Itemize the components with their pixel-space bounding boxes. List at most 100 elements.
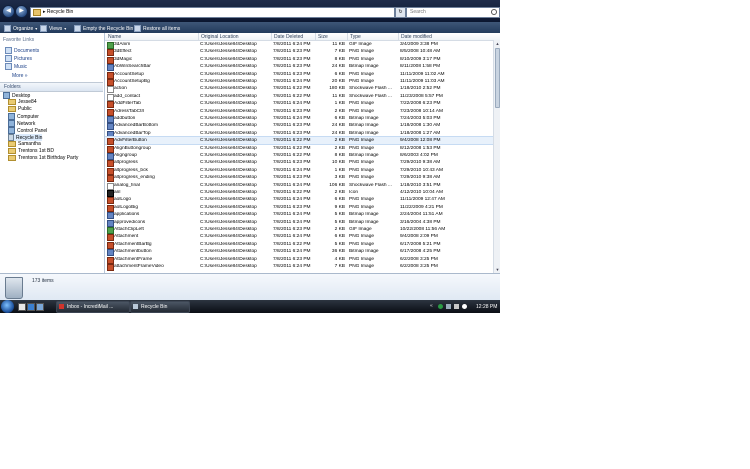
- table-row[interactable]: AttachmentFrame C:\Users\Jesse84\Desktop 7…: [105, 256, 493, 264]
- column-headers: Name Original Location Date Deleted Size…: [105, 33, 500, 41]
- column-header-date-deleted[interactable]: Date Deleted: [274, 34, 303, 40]
- tree-item-desktop[interactable]: Desktop: [3, 92, 30, 99]
- restore-all-button[interactable]: Restore all items: [134, 25, 180, 32]
- forward-arrow-icon[interactable]: ▶: [15, 5, 28, 18]
- column-divider[interactable]: [315, 33, 316, 40]
- clock[interactable]: 12:28 PM: [476, 304, 497, 310]
- search-icon[interactable]: [491, 9, 497, 15]
- column-header-type[interactable]: Type: [350, 34, 361, 40]
- tree-item-label: Samantha: [18, 141, 41, 147]
- file-size: 5 KB: [334, 212, 345, 218]
- address-field[interactable]: ▸ Recycle Bin: [30, 7, 395, 18]
- table-row[interactable]: AdvancedBarBottom C:\Users\Jesse84\Deskto…: [105, 122, 493, 131]
- table-row[interactable]: aolLogo C:\Users\Jesse84\Desktop 7/8/2011 …: [105, 196, 493, 205]
- tree-item-samantha[interactable]: Samantha: [8, 141, 41, 147]
- file-type: PNG Image: [349, 145, 375, 151]
- table-row[interactable]: AttachClipLeft C:\Users\Jesse84\Desktop 7/…: [105, 226, 493, 234]
- table-row[interactable]: AttachmentBarBg C:\Users\Jesse84\Desktop 7…: [105, 241, 493, 249]
- favorite-link-music[interactable]: Music: [5, 63, 27, 70]
- column-divider[interactable]: [398, 33, 399, 40]
- date-modified: 9/4/2008 12:08 PM: [400, 138, 441, 144]
- original-location: C:\Users\Jesse84\Desktop: [200, 197, 257, 203]
- table-row[interactable]: action C:\Users\Jesse84\Desktop 7/8/2011 6…: [105, 85, 493, 94]
- column-header-date-modified[interactable]: Date modified: [401, 34, 432, 40]
- file-size: 3 KB: [334, 175, 345, 181]
- favorite-link-documents[interactable]: Documents: [5, 47, 39, 54]
- vertical-scrollbar[interactable]: ▲ ▼: [493, 40, 500, 273]
- table-row[interactable]: 3dEffect C:\Users\Jesse84\Desktop 7/8/2011…: [105, 48, 493, 57]
- table-row[interactable]: Aligngroup C:\Users\Jesse84\Desktop 7/8/20…: [105, 152, 493, 160]
- table-row[interactable]: addbutton C:\Users\Jesse84\Desktop 7/8/201…: [105, 115, 493, 123]
- tree-item-jesse84[interactable]: Jesse84: [8, 99, 37, 105]
- table-row[interactable]: Attachmentbutton C:\Users\Jesse84\Desktop…: [105, 248, 493, 257]
- table-row[interactable]: add_contact C:\Users\Jesse84\Desktop 7/8/2…: [105, 93, 493, 101]
- tree-item-trentons-1st-bd[interactable]: Trentons 1st BD: [8, 148, 54, 154]
- table-row[interactable]: AdvancedBarTop C:\Users\Jesse84\Desktop 7/…: [105, 130, 493, 138]
- table-row[interactable]: AdressTabCtrl C:\Users\Jesse84\Desktop 7/8…: [105, 108, 493, 116]
- table-row[interactable]: AccountSetupBg C:\Users\Jesse84\Desktop 7/…: [105, 78, 493, 86]
- scrollbar-thumb[interactable]: [495, 48, 500, 108]
- folders-header[interactable]: Folders: [0, 82, 103, 92]
- column-divider[interactable]: [347, 33, 348, 40]
- table-row[interactable]: anl C:\Users\Jesse84\Desktop 7/8/2011 6:22…: [105, 189, 493, 197]
- date-modified: 8/11/2008 1:58 PM: [400, 64, 441, 70]
- date-modified: 6/17/2008 5:21 PM: [400, 241, 441, 247]
- favorite-link-label: Documents: [14, 47, 40, 54]
- favorite-link-label: Music: [14, 63, 28, 70]
- taskbar-button-incredimail[interactable]: Inbox - IncrediMail ...: [56, 301, 130, 313]
- table-row[interactable]: altprogress_ending C:\Users\Jesse84\Deskt…: [105, 174, 493, 183]
- more-link[interactable]: More »: [12, 73, 28, 79]
- table-row[interactable]: 3dAnim C:\Users\Jesse84\Desktop 7/8/2011 6…: [105, 41, 493, 49]
- organize-button[interactable]: Organize ▾: [4, 25, 37, 32]
- show-hidden-icons-chevron-icon[interactable]: «: [430, 303, 433, 309]
- original-location: C:\Users\Jesse84\Desktop: [200, 160, 257, 166]
- tree-item-network[interactable]: Network: [8, 120, 35, 127]
- table-row[interactable]: AddFilterTab C:\Users\Jesse84\Desktop 7/8/…: [105, 100, 493, 109]
- table-row[interactable]: AbWinSearchBar C:\Users\Jesse84\Desktop 7/…: [105, 63, 493, 72]
- table-row[interactable]: 3dMagic C:\Users\Jesse84\Desktop 7/8/2011 …: [105, 56, 493, 64]
- table-row[interactable]: altprogress C:\Users\Jesse84\Desktop 7/8/2…: [105, 159, 493, 168]
- table-row[interactable]: applications C:\Users\Jesse84\Desktop 7/8/…: [105, 211, 493, 220]
- show-desktop-icon[interactable]: [18, 303, 26, 311]
- column-divider[interactable]: [271, 33, 272, 40]
- table-row[interactable]: altprogress_bck C:\Users\Jesse84\Desktop 7…: [105, 167, 493, 175]
- back-arrow-icon[interactable]: ◀: [2, 5, 15, 18]
- tree-item-computer[interactable]: Computer: [8, 113, 39, 120]
- column-header-size[interactable]: Size: [318, 34, 328, 40]
- tree-item-recycle-bin[interactable]: Recycle Bin: [8, 134, 43, 141]
- views-button[interactable]: Views ▾: [40, 25, 66, 32]
- date-deleted: 7/8/2011 6:23 PM: [273, 204, 311, 210]
- tree-item-public[interactable]: Public: [8, 106, 32, 112]
- column-divider[interactable]: [198, 33, 199, 40]
- table-row[interactable]: AdvFilterButton C:\Users\Jesse84\Desktop 7…: [105, 136, 494, 146]
- column-header-original-location[interactable]: Original Location: [201, 34, 239, 40]
- network-tray-icon[interactable]: [446, 304, 451, 309]
- table-row[interactable]: AccountSetup C:\Users\Jesse84\Desktop 7/8/…: [105, 71, 493, 79]
- table-row[interactable]: AlignButtongroup C:\Users\Jesse84\Desktop…: [105, 145, 493, 153]
- original-location: C:\Users\Jesse84\Desktop: [200, 204, 257, 210]
- tree-item-trentons-1st-birthday-party[interactable]: Trentons 1st Birthday Party: [8, 155, 78, 161]
- volume-icon[interactable]: [454, 304, 459, 309]
- table-row[interactable]: Attachment C:\Users\Jesse84\Desktop 7/8/20…: [105, 233, 493, 242]
- tree-item-control-panel[interactable]: Control Panel: [8, 127, 47, 134]
- antivirus-icon[interactable]: [438, 304, 443, 309]
- internet-explorer-icon[interactable]: [27, 303, 35, 311]
- scroll-down-icon[interactable]: ▼: [495, 267, 500, 272]
- table-row[interactable]: attachmentFrameVideo C:\Users\Jesse84\Des…: [105, 263, 493, 271]
- taskbar-button-recycle-bin[interactable]: Recycle Bin: [130, 301, 190, 313]
- start-button[interactable]: [1, 300, 14, 313]
- folder-icon: [8, 155, 16, 161]
- table-row[interactable]: approvedicons C:\Users\Jesse84\Desktop 7/8…: [105, 219, 493, 227]
- power-icon[interactable]: [462, 304, 467, 309]
- switch-windows-icon[interactable]: [36, 303, 44, 311]
- file-name: applications: [114, 212, 140, 218]
- file-type: Icon: [349, 190, 359, 195]
- table-row[interactable]: aolLogoBig C:\Users\Jesse84\Desktop 7/8/20…: [105, 204, 493, 212]
- favorite-link-pictures[interactable]: Pictures: [5, 55, 32, 62]
- table-row[interactable]: analog_final C:\Users\Jesse84\Desktop 7/8/…: [105, 182, 493, 190]
- refresh-icon[interactable]: ↻: [395, 7, 406, 18]
- scroll-up-icon[interactable]: ▲: [495, 41, 500, 46]
- column-header-name[interactable]: Name: [108, 34, 121, 40]
- search-input[interactable]: Search: [406, 7, 500, 18]
- empty-recycle-bin-button[interactable]: Empty the Recycle Bin: [74, 25, 133, 32]
